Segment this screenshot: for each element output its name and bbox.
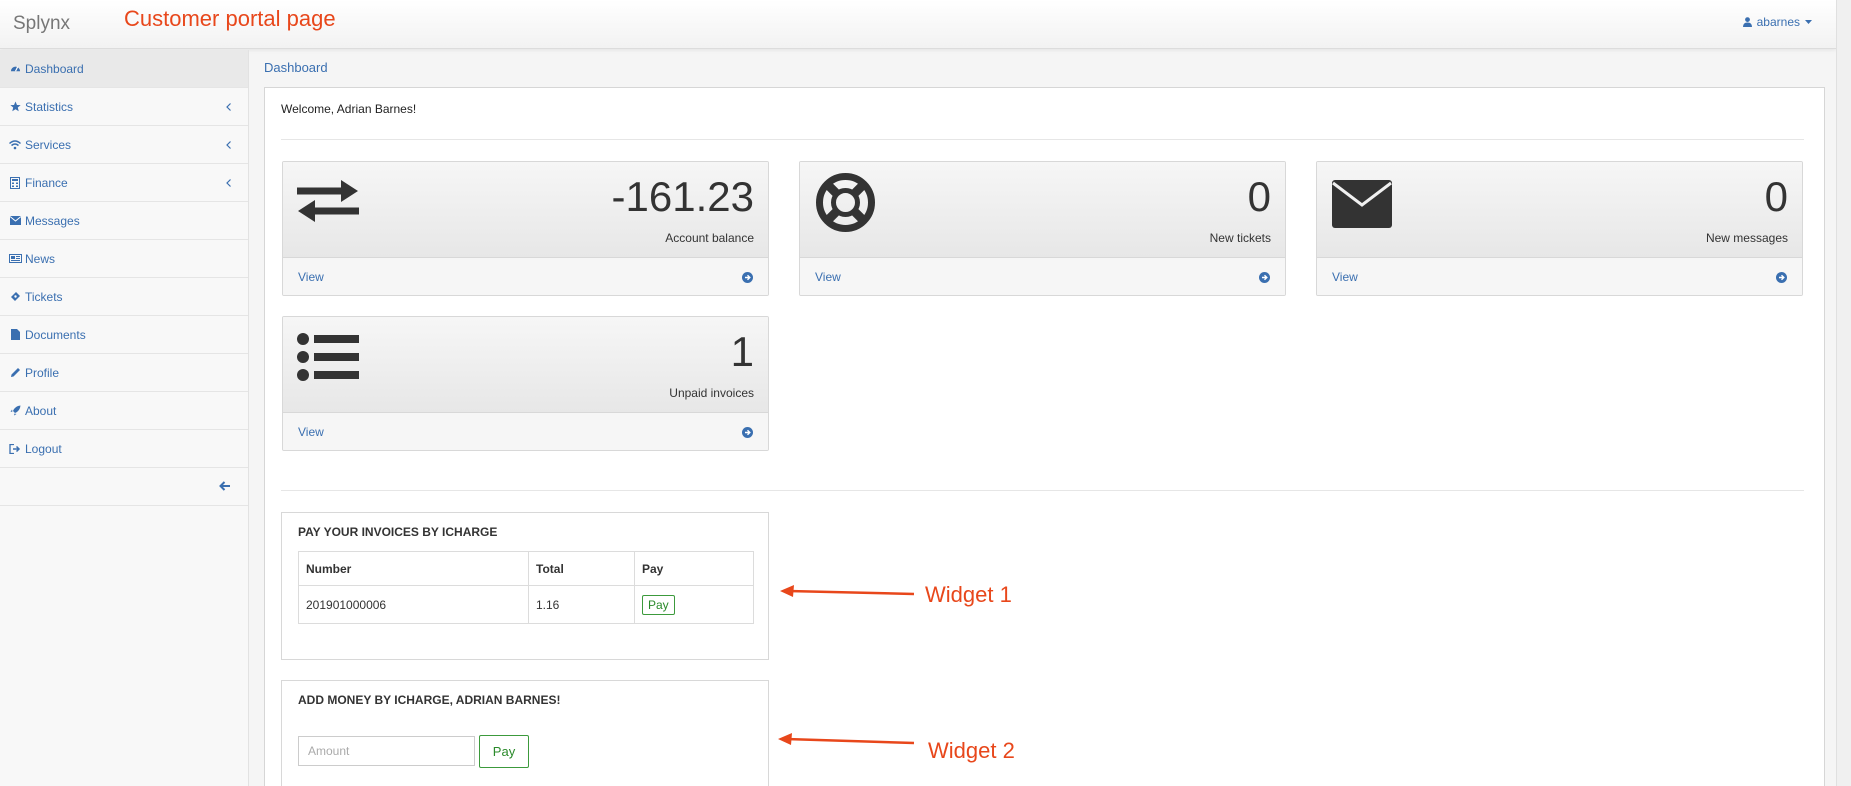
sidebar-item-label: Messages	[25, 213, 80, 228]
divider	[281, 490, 1804, 491]
sidebar-item-news[interactable]: News	[0, 240, 248, 278]
annotation-arrow-widget-2	[778, 733, 915, 750]
amount-input[interactable]	[298, 736, 475, 766]
add-money-pay-button[interactable]: Pay	[479, 735, 529, 768]
sidebar-item-label: Dashboard	[25, 61, 84, 76]
star-icon	[8, 100, 22, 114]
sidebar-item-services[interactable]: Services	[0, 126, 248, 164]
sidebar-item-label: News	[25, 251, 56, 266]
caret-down-icon	[1805, 20, 1812, 24]
top-navbar: Splynx Customer portal page abarnes	[0, 0, 1836, 49]
dashboard-icon	[8, 62, 22, 76]
new-tickets-card: 0 New tickets View	[799, 161, 1286, 296]
pencil-icon	[8, 366, 22, 380]
sidebar-item-dashboard[interactable]: Dashboard	[0, 50, 248, 88]
sidebar-item-messages[interactable]: Messages	[0, 202, 248, 240]
sidebar-item-logout[interactable]: Logout	[0, 430, 248, 468]
invoice-total: 1.16	[528, 585, 635, 624]
sidebar-item-label: Services	[25, 137, 72, 152]
stat-label: Account balance	[665, 231, 754, 245]
new-messages-card: 0 New messages View	[1316, 161, 1803, 296]
user-icon	[1742, 17, 1752, 27]
chevron-left-icon	[226, 100, 231, 114]
view-link-label: View	[1332, 270, 1358, 284]
stat-label: New tickets	[1209, 231, 1271, 245]
wifi-icon	[8, 138, 22, 152]
sidebar-item-label: Logout	[25, 441, 62, 456]
annotation-widget-2: Widget 2	[928, 738, 1015, 763]
view-link-label: View	[815, 270, 841, 284]
pay-invoices-widget: PAY YOUR INVOICES BY ICHARGE Number Tota…	[281, 512, 769, 660]
sidebar-item-label: About	[25, 403, 57, 418]
sidebar-item-label: Documents	[25, 327, 86, 342]
sign-out-icon	[8, 442, 22, 456]
table-row: 201901000006 1.16 Pay	[298, 585, 754, 624]
newspaper-icon	[8, 252, 22, 266]
brand-logo[interactable]: Splynx	[13, 13, 70, 35]
stat-label: New messages	[1705, 231, 1788, 245]
stat-value: 0	[1247, 173, 1271, 220]
column-header-pay: Pay	[634, 551, 754, 586]
user-name: abarnes	[1756, 15, 1800, 29]
exchange-arrows-icon	[297, 178, 359, 227]
sidebar-item-label: Tickets	[25, 289, 63, 304]
sidebar-collapse-button[interactable]	[0, 468, 248, 506]
sidebar-item-finance[interactable]: Finance	[0, 164, 248, 202]
view-link-label: View	[298, 425, 324, 439]
stat-view-link[interactable]: View	[283, 413, 768, 450]
annotation-widget-1: Widget 1	[925, 582, 1012, 607]
sidebar-item-label: Statistics	[25, 99, 74, 114]
stat-label: Unpaid invoices	[669, 386, 754, 400]
arrow-left-icon	[219, 479, 230, 494]
stat-view-link[interactable]: View	[283, 258, 768, 295]
view-link-label: View	[298, 270, 324, 284]
annotation-title: Customer portal page	[124, 6, 336, 31]
sidebar-item-documents[interactable]: Documents	[0, 316, 248, 354]
vertical-scrollbar[interactable]	[1836, 0, 1851, 786]
sidebar-item-label: Profile	[25, 365, 60, 380]
table-header-row: Number Total Pay	[298, 551, 754, 586]
calculator-icon	[8, 176, 22, 190]
sidebar: Dashboard Statistics Services Finance Me…	[0, 50, 249, 786]
circle-arrow-right-icon	[742, 426, 753, 441]
sidebar-item-tickets[interactable]: Tickets	[0, 278, 248, 316]
sidebar-item-about[interactable]: About	[0, 392, 248, 430]
sidebar-item-label: Finance	[25, 175, 68, 190]
chevron-left-icon	[226, 138, 231, 152]
circle-arrow-right-icon	[1259, 271, 1270, 286]
sidebar-item-profile[interactable]: Profile	[0, 354, 248, 392]
stat-view-link[interactable]: View	[800, 258, 1285, 295]
invoices-table: Number Total Pay 201901000006 1.16 Pay	[298, 551, 754, 624]
divider	[281, 139, 1804, 140]
user-menu[interactable]: abarnes	[1742, 15, 1812, 29]
circle-arrow-right-icon	[1776, 271, 1787, 286]
invoice-pay-cell: Pay	[634, 585, 754, 624]
account-balance-card: -161.23 Account balance View	[282, 161, 769, 296]
stat-value: 1	[730, 328, 754, 375]
life-ring-icon	[815, 172, 876, 236]
sidebar-item-statistics[interactable]: Statistics	[0, 88, 248, 126]
ticket-icon	[8, 290, 22, 304]
stat-value: -161.23	[611, 173, 754, 220]
stat-view-link[interactable]: View	[1317, 258, 1802, 295]
circle-arrow-right-icon	[742, 271, 753, 286]
file-icon	[8, 328, 22, 342]
annotation-arrow-widget-1	[780, 585, 915, 602]
pay-invoice-button[interactable]: Pay	[642, 594, 675, 615]
welcome-message: Welcome, Adrian Barnes!	[281, 102, 417, 116]
add-money-widget: ADD MONEY BY ICHARGE, ADRIAN BARNES! Pay	[281, 680, 769, 786]
envelope-icon	[8, 214, 22, 228]
chevron-left-icon	[226, 176, 231, 190]
unpaid-invoices-card: 1 Unpaid invoices View	[282, 316, 769, 451]
list-icon	[297, 333, 359, 384]
rocket-icon	[8, 404, 22, 418]
widget-title: ADD MONEY BY ICHARGE, ADRIAN BARNES!	[298, 693, 561, 707]
stat-value: 0	[1764, 173, 1788, 220]
envelope-icon	[1332, 180, 1392, 231]
widget-title: PAY YOUR INVOICES BY ICHARGE	[298, 525, 498, 539]
breadcrumb[interactable]: Dashboard	[264, 60, 328, 75]
invoice-number: 201901000006	[298, 585, 529, 624]
column-header-number: Number	[298, 551, 529, 586]
column-header-total: Total	[528, 551, 635, 586]
